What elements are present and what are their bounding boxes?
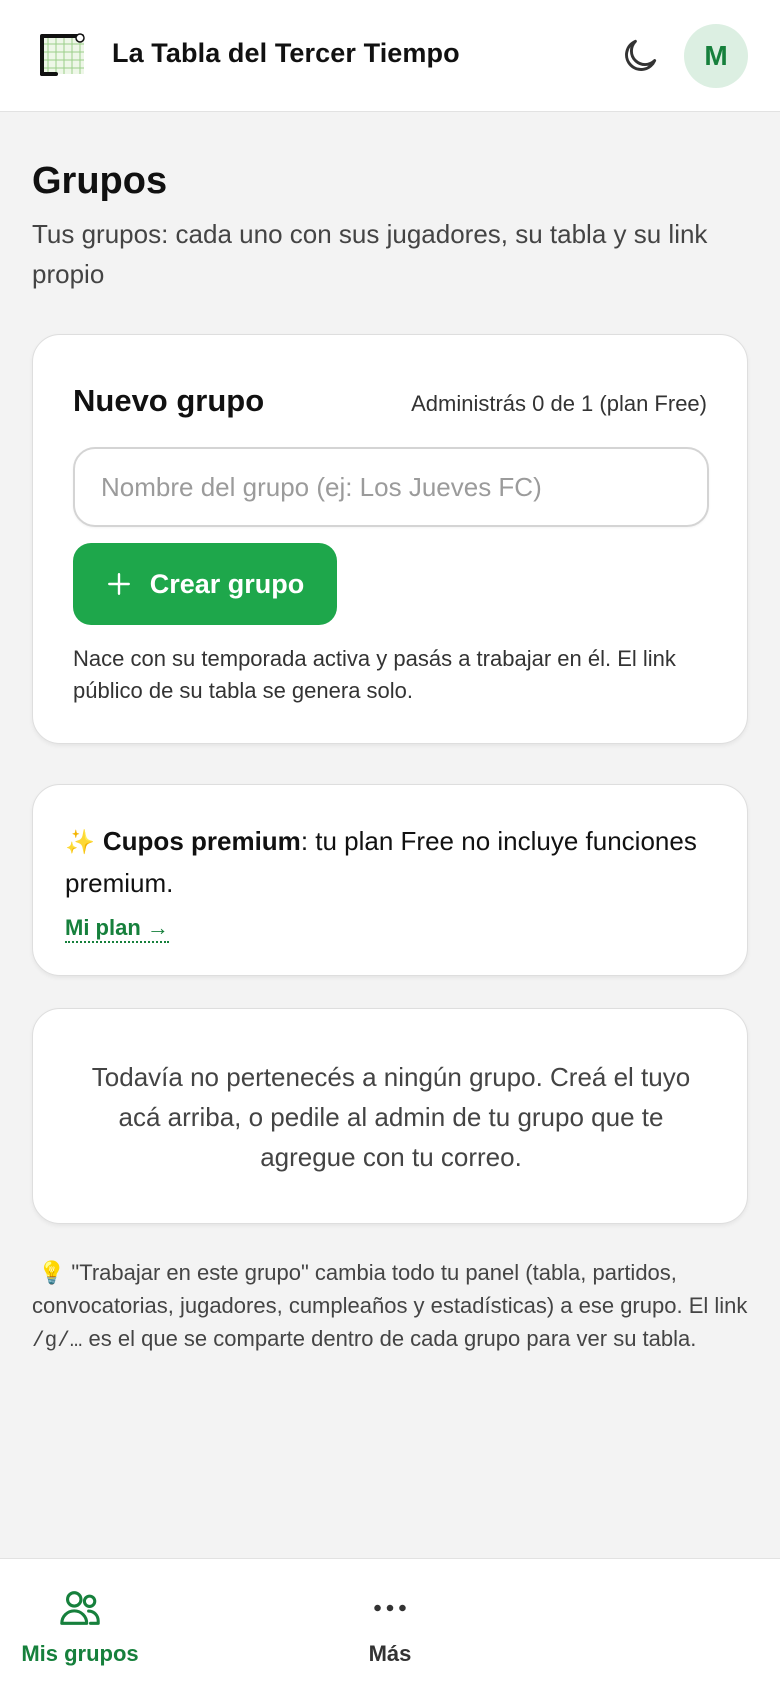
my-plan-link[interactable]: Mi plan →	[65, 915, 169, 943]
app-header: La Tabla del Tercer Tiempo M	[0, 0, 780, 112]
avatar[interactable]: M	[684, 24, 748, 88]
sparkle-icon: ✨	[65, 829, 95, 856]
more-dots-icon	[374, 1604, 406, 1612]
page-subtitle: Tus grupos: cada uno con sus jugadores, …	[32, 219, 708, 289]
tip-text: 💡 "Trabajar en este grupo" cambia todo tu…	[32, 1256, 748, 1358]
premium-card: ✨ Cupos premium: tu plan Free no incluye …	[32, 784, 748, 976]
tip-code: /g/…	[32, 1330, 83, 1353]
empty-state-text: Todavía no pertenecés a ningún grupo. Cr…	[91, 1062, 691, 1172]
moon-icon[interactable]	[618, 34, 662, 78]
group-name-input[interactable]	[73, 447, 709, 527]
goal-net-icon[interactable]	[36, 30, 90, 80]
app-title: La Tabla del Tercer Tiempo	[112, 38, 460, 68]
lightbulb-icon: 💡	[38, 1260, 66, 1285]
new-group-card: Nuevo grupo Administrás 0 de 1 (plan Fre…	[32, 334, 748, 744]
premium-title: Cupos premium	[102, 826, 301, 856]
nav-item-more[interactable]: Más	[310, 1585, 470, 1675]
tip-text-after: es el que se comparte dentro de cada gru…	[82, 1326, 697, 1351]
tip-text-before: "Trabajar en este grupo" cambia todo tu …	[32, 1260, 748, 1318]
group-quota-text: Administrás 0 de 1 (plan Free)	[411, 391, 707, 416]
premium-text: ✨ Cupos premium: tu plan Free no incluye …	[65, 821, 725, 903]
create-group-button[interactable]: Crear grupo	[73, 543, 337, 625]
nav-label-my-groups: Mis grupos	[21, 1641, 139, 1666]
empty-state-card: Todavía no pertenecés a ningún grupo. Cr…	[32, 1008, 748, 1224]
nav-item-my-groups[interactable]: Mis grupos	[0, 1585, 160, 1675]
page-title: Grupos	[32, 160, 168, 202]
users-icon	[60, 1591, 100, 1625]
new-group-title: Nuevo grupo	[73, 383, 265, 418]
new-group-help: Nace con su temporada activa y pasás a t…	[73, 646, 676, 703]
create-group-label: Crear grupo	[149, 568, 305, 599]
nav-label-more: Más	[368, 1641, 412, 1666]
bottom-nav: Mis grupos Más	[0, 1558, 780, 1688]
plus-icon	[107, 573, 130, 595]
